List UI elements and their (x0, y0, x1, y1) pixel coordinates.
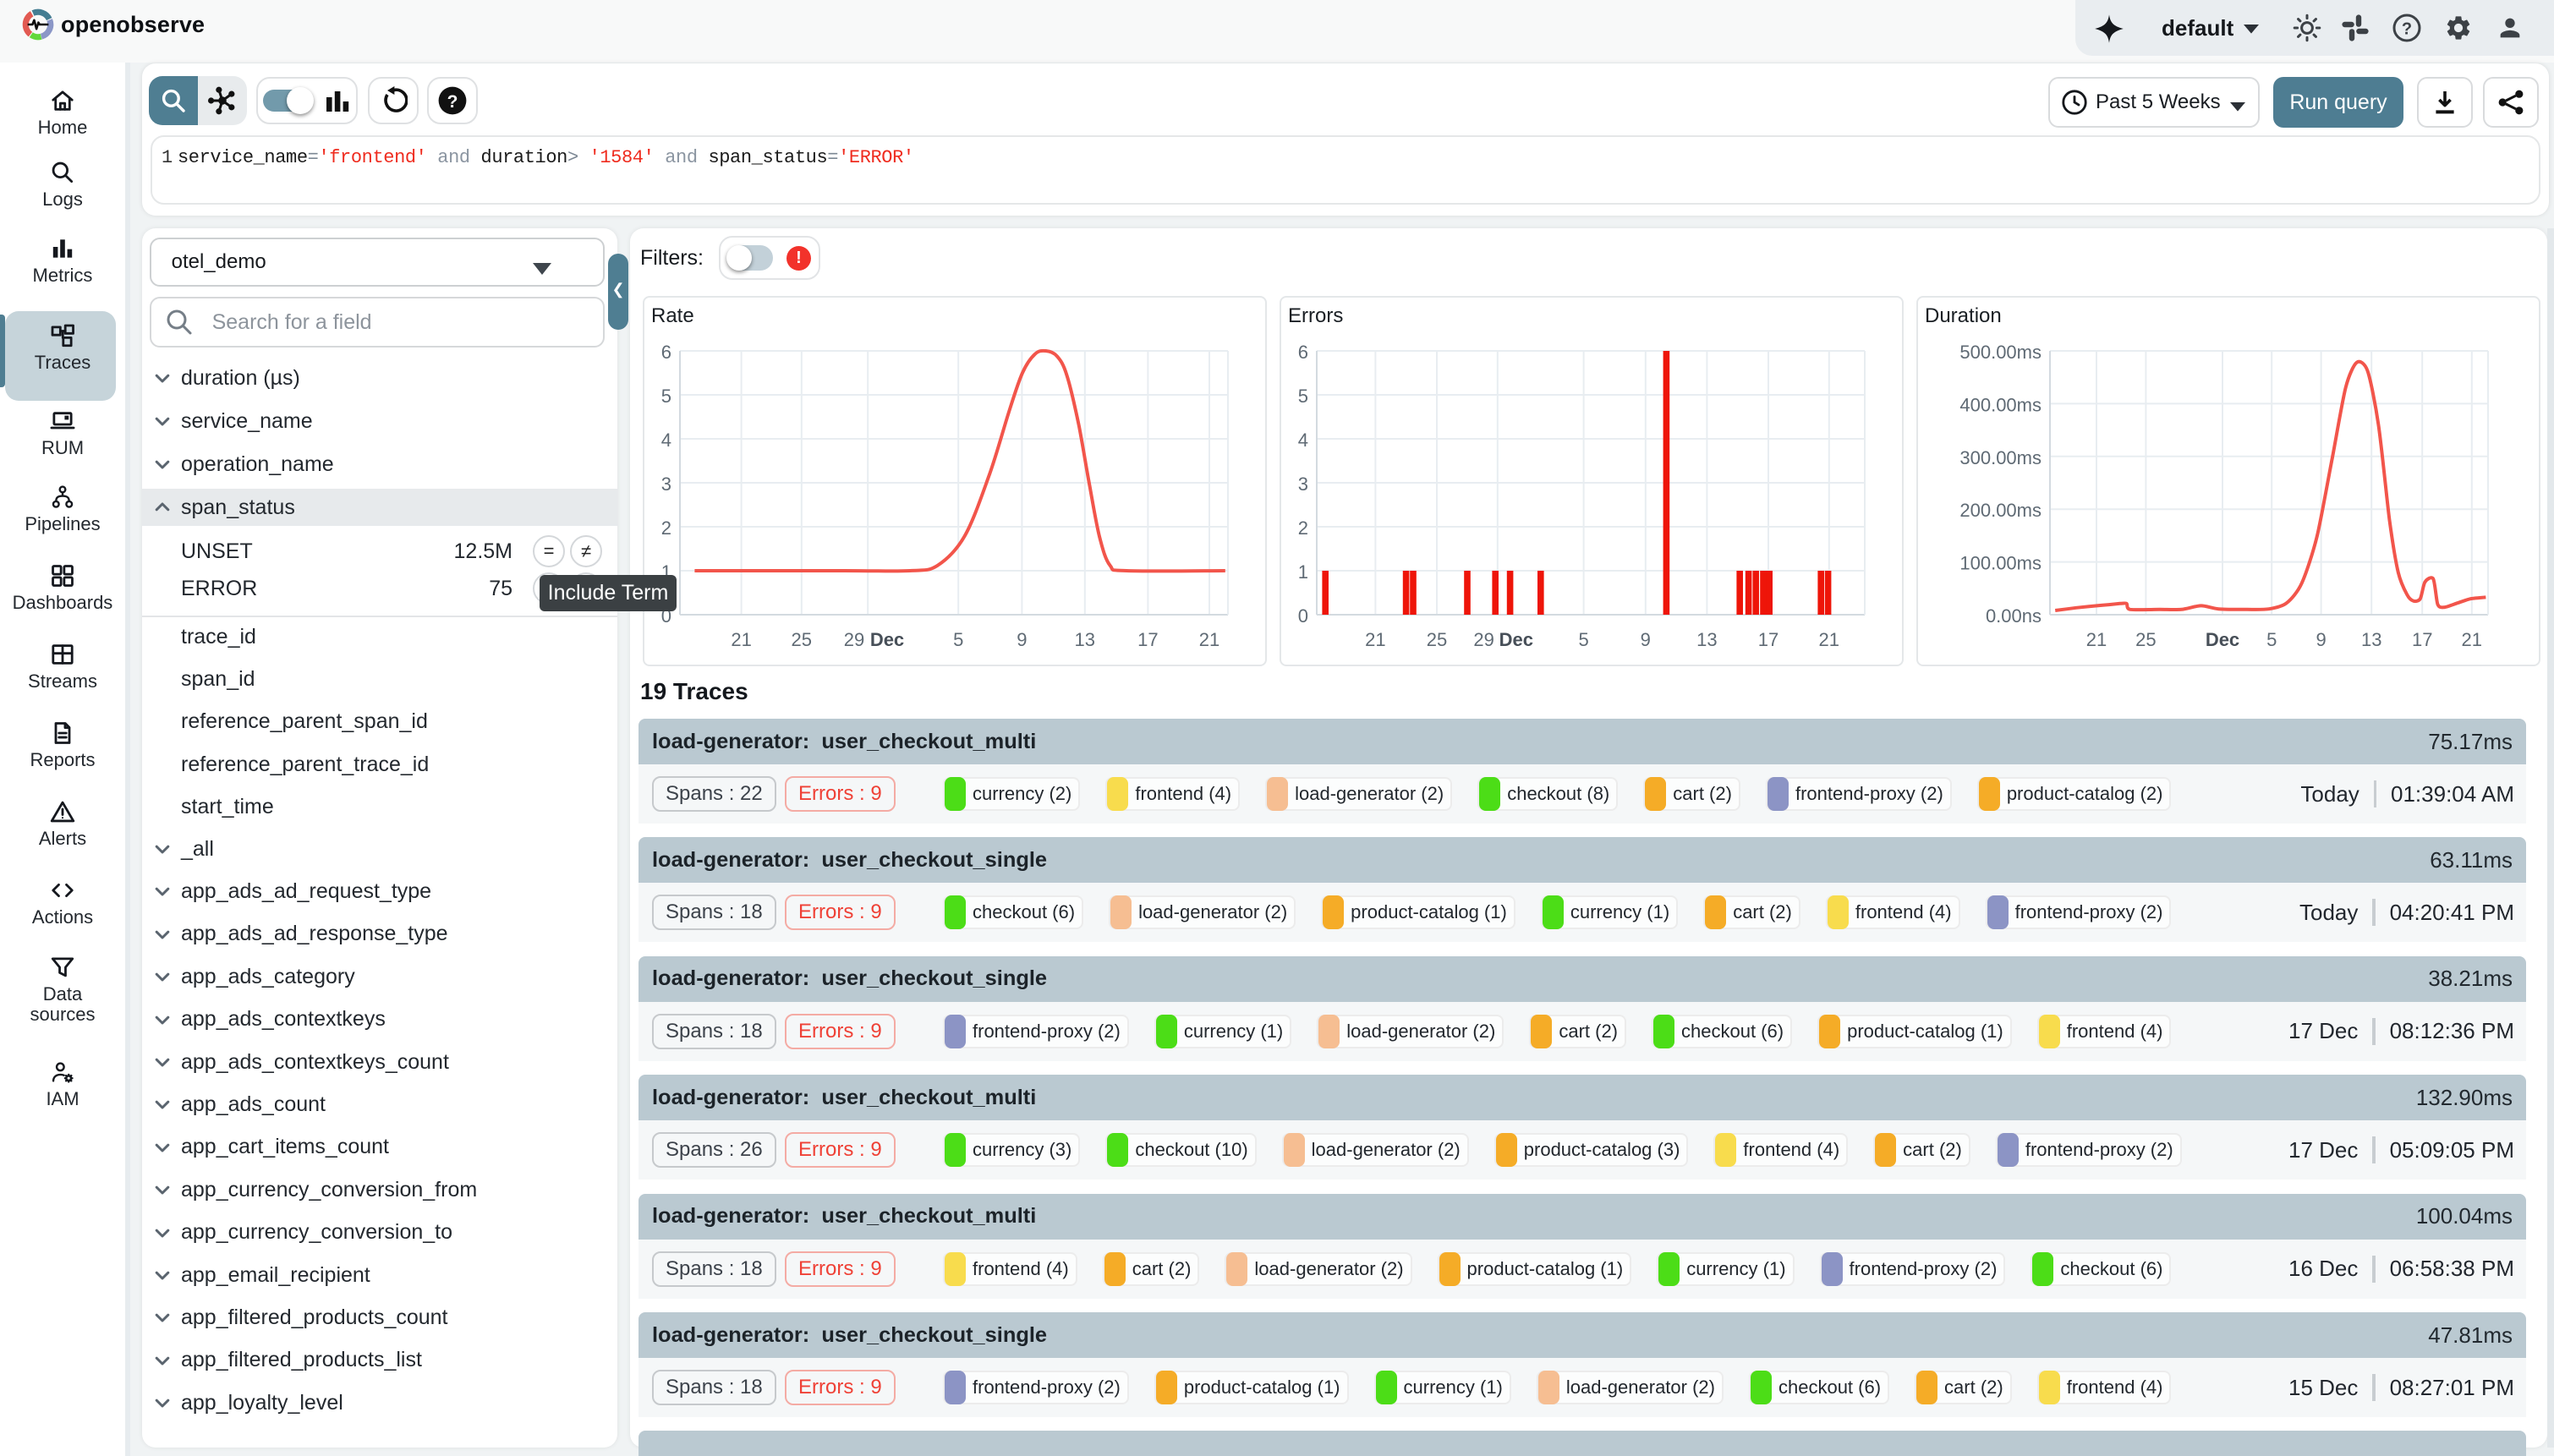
svg-text:5: 5 (2266, 629, 2277, 650)
svg-text:0.00ns: 0.00ns (1986, 605, 2042, 627)
svg-text:5: 5 (1578, 629, 1588, 650)
svg-text:21: 21 (2462, 629, 2482, 650)
svg-text:1: 1 (1298, 561, 1308, 583)
svg-text:17: 17 (1758, 629, 1778, 650)
svg-text:6: 6 (661, 342, 671, 363)
svg-text:9: 9 (1017, 629, 1027, 650)
svg-text:100.00ms: 100.00ms (1959, 553, 2042, 574)
svg-text:4: 4 (661, 430, 671, 451)
svg-text:Dec: Dec (2206, 629, 2239, 650)
svg-text:0: 0 (1298, 605, 1308, 627)
svg-text:3: 3 (661, 473, 671, 495)
svg-text:2: 2 (661, 517, 671, 539)
svg-text:5: 5 (953, 629, 963, 650)
svg-text:5: 5 (1298, 386, 1308, 407)
svg-text:Dec: Dec (870, 629, 904, 650)
svg-text:6: 6 (1298, 342, 1308, 363)
svg-text:21: 21 (731, 629, 751, 650)
svg-text:25: 25 (2135, 629, 2156, 650)
svg-text:9: 9 (1641, 629, 1651, 650)
svg-text:17: 17 (1137, 629, 1158, 650)
svg-text:Dec: Dec (1499, 629, 1533, 650)
svg-text:21: 21 (1199, 629, 1219, 650)
svg-text:21: 21 (1819, 629, 1839, 650)
svg-text:13: 13 (2361, 629, 2381, 650)
svg-text:9: 9 (2316, 629, 2326, 650)
svg-text:?: ? (2402, 20, 2412, 39)
svg-text:29: 29 (1473, 629, 1493, 650)
svg-text:13: 13 (1696, 629, 1717, 650)
svg-text:?: ? (447, 92, 458, 112)
svg-text:3: 3 (1298, 473, 1308, 495)
svg-text:300.00ms: 300.00ms (1959, 447, 2042, 468)
svg-text:5: 5 (661, 386, 671, 407)
svg-text:500.00ms: 500.00ms (1959, 342, 2042, 363)
svg-text:25: 25 (792, 629, 812, 650)
svg-text:25: 25 (1427, 629, 1447, 650)
svg-text:17: 17 (2412, 629, 2432, 650)
svg-text:2: 2 (1298, 517, 1308, 539)
svg-text:21: 21 (2086, 629, 2107, 650)
svg-text:200.00ms: 200.00ms (1959, 500, 2042, 521)
svg-text:29: 29 (844, 629, 864, 650)
svg-text:400.00ms: 400.00ms (1959, 394, 2042, 415)
svg-text:13: 13 (1075, 629, 1095, 650)
svg-text:21: 21 (1365, 629, 1385, 650)
svg-text:4: 4 (1298, 430, 1308, 451)
